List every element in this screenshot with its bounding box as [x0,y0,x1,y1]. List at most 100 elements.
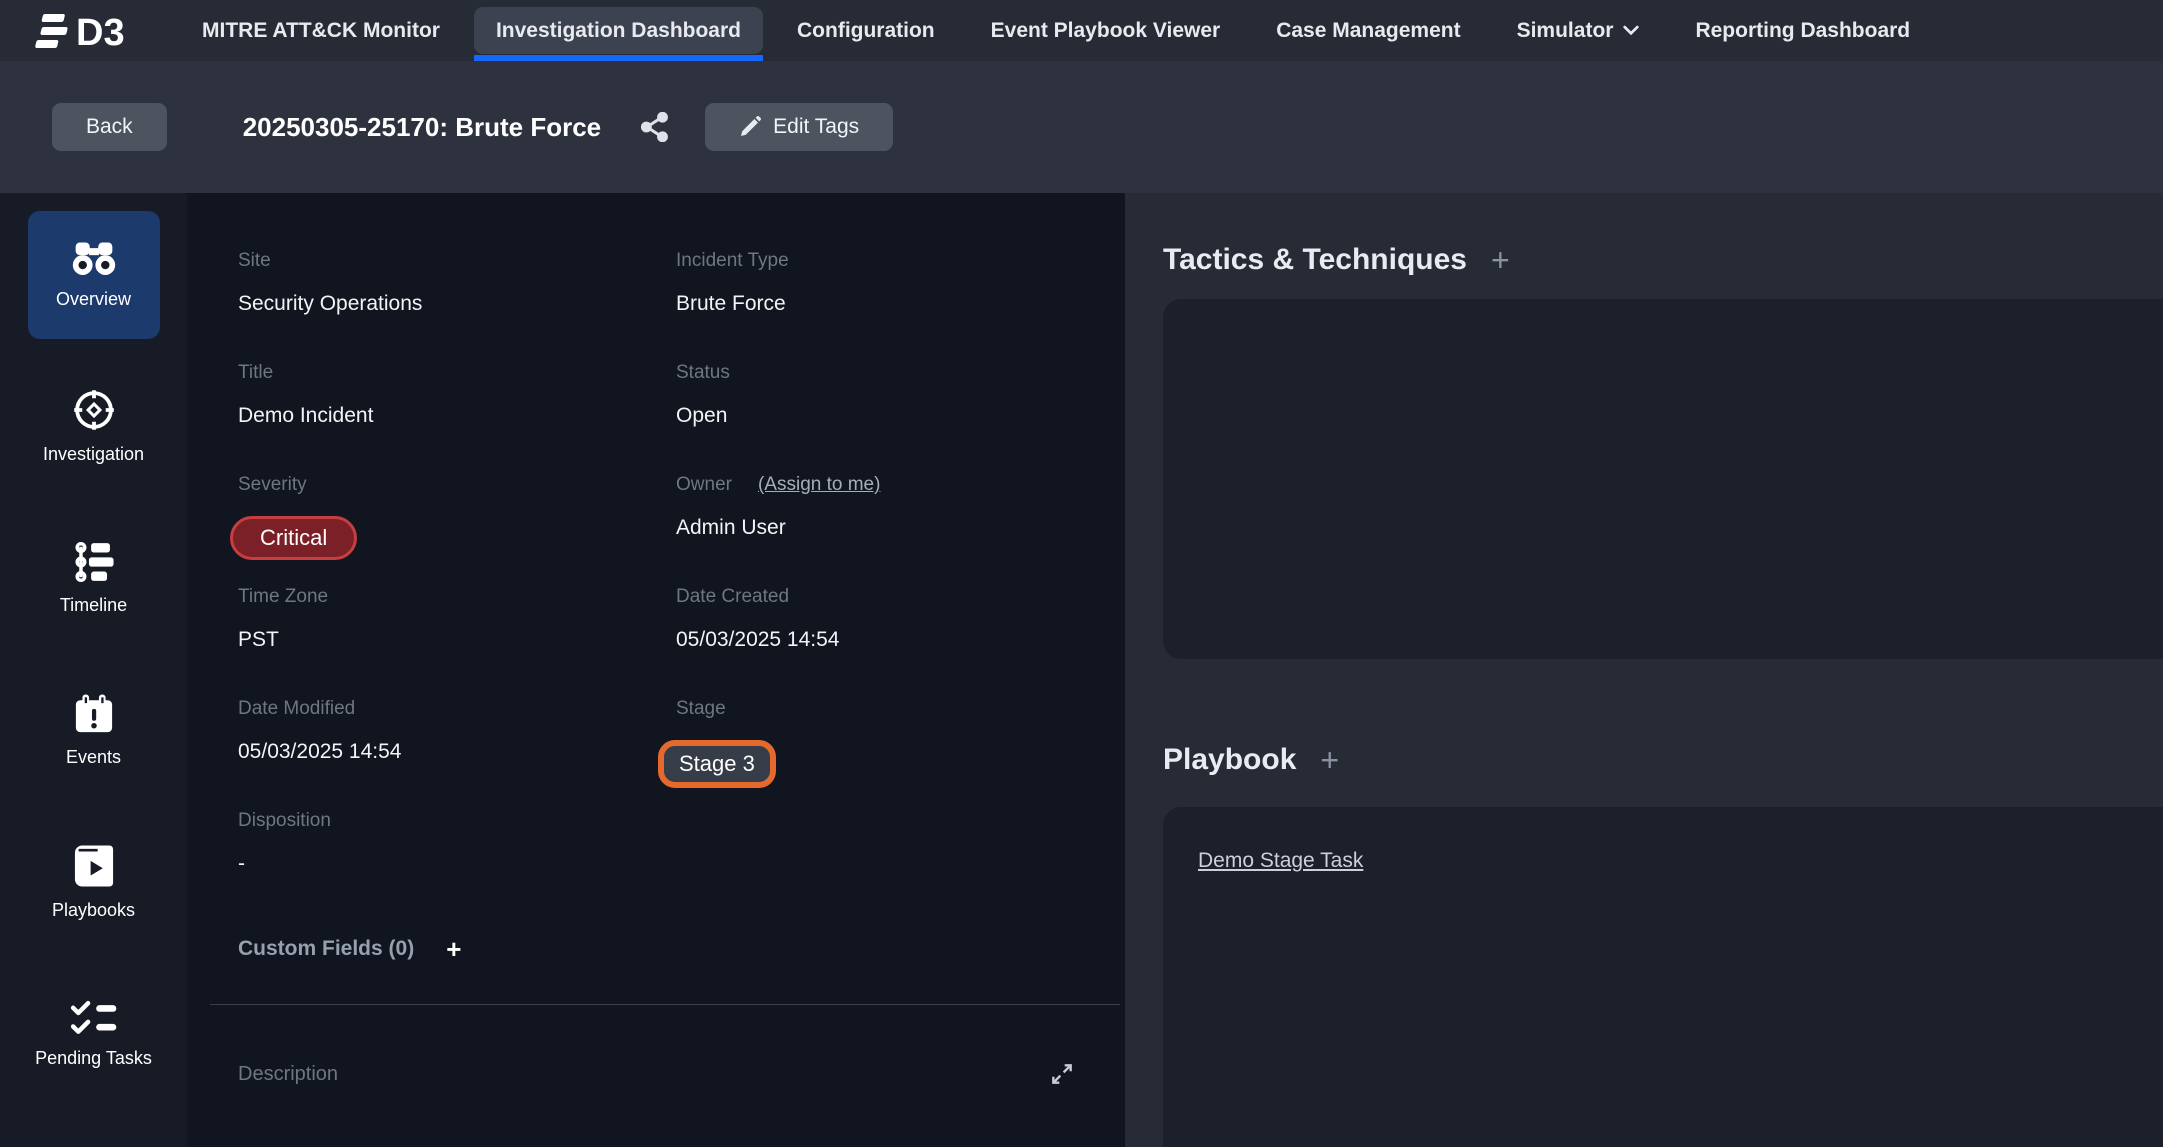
sidebar-item-timeline[interactable]: Timeline [28,515,160,643]
field-label: Date Created [676,586,789,608]
nav-tab-mitre-att-ck-monitor[interactable]: MITRE ATT&CK Monitor [174,0,468,61]
content-area: Overview Investigation Timeline Events Playb… [0,193,2163,1147]
field-incident-type: Incident TypeBrute Force [676,250,1075,362]
calendar-exclamation-icon [72,693,116,735]
field-label: Stage [676,698,726,720]
add-custom-field-button[interactable]: + [446,936,461,962]
field-stage: StageStage 3 [676,698,1075,810]
sidebar-item-label: Events [66,747,121,769]
playbook-title: Playbook [1163,743,1296,777]
field-label: Title [238,362,273,384]
field-date-created: Date Created 05/03/2025 14:54 [676,586,1075,698]
field-grid: SiteSecurity OperationsTitle Demo Inciden… [238,250,1075,922]
assign-to-me-link[interactable]: (Assign to me) [758,474,880,496]
pencil-icon [739,116,761,138]
timeline-icon [72,541,116,583]
field-site: SiteSecurity Operations [238,250,676,362]
field-date-modified: Date Modified 05/03/2025 14:54 [238,698,676,810]
incident-title: 20250305-25170: Brute Force [243,112,601,143]
playbook-card: Demo Stage Task [1163,807,2163,1147]
field-value: PST [238,628,676,652]
field-label: Severity [238,474,307,496]
nav-items: MITRE ATT&CK Monitor Investigation Dashbo… [174,0,1938,61]
top-navbar: D3 MITRE ATT&CK Monitor Investigation Das… [0,0,2163,61]
tactics-title: Tactics & Techniques [1163,243,1467,277]
investigation-dashboard-app: D3 MITRE ATT&CK Monitor Investigation Das… [0,0,2163,1147]
nav-tab-investigation-dashboard[interactable]: Investigation Dashboard [468,0,769,61]
sidebar: Overview Investigation Timeline Events Playb… [0,193,187,1147]
target-icon [72,388,116,432]
field-value: 05/03/2025 14:54 [238,740,676,764]
back-button-label: Back [86,115,133,139]
right-region: Tactics & Techniques + Playbook + Demo S… [1125,193,2163,1147]
sidebar-item-label: Investigation [43,444,144,466]
add-tactic-button[interactable]: + [1491,244,1510,276]
overview-panel: SiteSecurity OperationsTitle Demo Inciden… [187,193,1125,1147]
share-button[interactable] [641,112,669,142]
field-value: Open [676,404,1075,428]
field-value: - [238,852,676,876]
tactics-card [1163,299,2163,659]
sidebar-item-label: Overview [56,289,131,311]
book-play-icon [74,844,114,888]
svg-text:D3: D3 [76,12,125,51]
severity-badge: Critical [230,516,357,560]
field-column-right: Incident TypeBrute ForceStatus Open Owner (… [676,250,1075,922]
d3-logo[interactable]: D3 [30,0,138,61]
nav-tab-label: Investigation Dashboard [496,19,741,43]
field-label: Date Modified [238,698,355,720]
expand-description-button[interactable] [1049,1061,1075,1087]
field-disposition: Disposition - [238,810,676,922]
field-severity: SeverityCritical [238,474,676,586]
nav-tab-label: Simulator [1517,19,1614,43]
field-value: Brute Force [676,292,1075,316]
description-label: Description [238,1063,338,1086]
nav-tab-label: Configuration [797,19,935,43]
nav-tab-configuration[interactable]: Configuration [769,0,963,61]
sidebar-item-investigation[interactable]: Investigation [28,363,160,491]
nav-tab-reporting-dashboard[interactable]: Reporting Dashboard [1667,0,1938,61]
custom-fields-row: Custom Fields (0) + [238,936,1075,962]
field-label: Site [238,250,271,272]
active-tab-underline [474,55,763,61]
sidebar-item-events[interactable]: Events [28,667,160,795]
field-owner: Owner (Assign to me) Admin User [676,474,1075,586]
edit-tags-label: Edit Tags [773,115,859,139]
binoculars-icon [70,239,118,277]
field-value: Demo Incident [238,404,676,428]
nav-tab-event-playbook-viewer[interactable]: Event Playbook Viewer [963,0,1249,61]
sidebar-item-overview[interactable]: Overview [28,211,160,339]
tactics-header: Tactics & Techniques + [1163,243,2163,277]
back-button[interactable]: Back [52,103,167,151]
sidebar-item-playbooks[interactable]: Playbooks [28,819,160,947]
d3-logo-icon: D3 [30,11,138,51]
stage-value-highlighted[interactable]: Stage 3 [658,740,776,788]
sidebar-item-pending-tasks[interactable]: Pending Tasks [28,971,160,1099]
nav-tab-label: MITRE ATT&CK Monitor [202,19,440,43]
playbook-task-link[interactable]: Demo Stage Task [1198,849,1363,872]
playbook-header: Playbook + [1163,743,2163,777]
checklist-icon [70,1000,118,1036]
field-label: Owner [676,474,732,496]
panel-divider [210,1004,1120,1005]
field-label: Status [676,362,730,384]
share-icon [641,112,669,142]
field-value: 05/03/2025 14:54 [676,628,1075,652]
custom-fields-label: Custom Fields (0) [238,937,414,961]
field-title: Title Demo Incident [238,362,676,474]
field-label: Disposition [238,810,331,832]
nav-tab-label: Reporting Dashboard [1695,19,1910,43]
edit-tags-button[interactable]: Edit Tags [705,103,893,151]
nav-tab-label: Event Playbook Viewer [991,19,1221,43]
field-value: Admin User [676,516,1075,540]
sidebar-item-label: Timeline [60,595,127,617]
incident-toolbar: Back 20250305-25170: Brute Force Edit Ta… [0,61,2163,193]
expand-icon [1049,1061,1075,1087]
add-playbook-button[interactable]: + [1320,744,1339,776]
sidebar-item-label: Playbooks [52,900,135,922]
nav-tab-simulator[interactable]: Simulator [1489,0,1668,61]
sidebar-item-label: Pending Tasks [35,1048,152,1070]
field-label: Time Zone [238,586,328,608]
nav-tab-case-management[interactable]: Case Management [1248,0,1488,61]
nav-tab-label: Case Management [1276,19,1460,43]
